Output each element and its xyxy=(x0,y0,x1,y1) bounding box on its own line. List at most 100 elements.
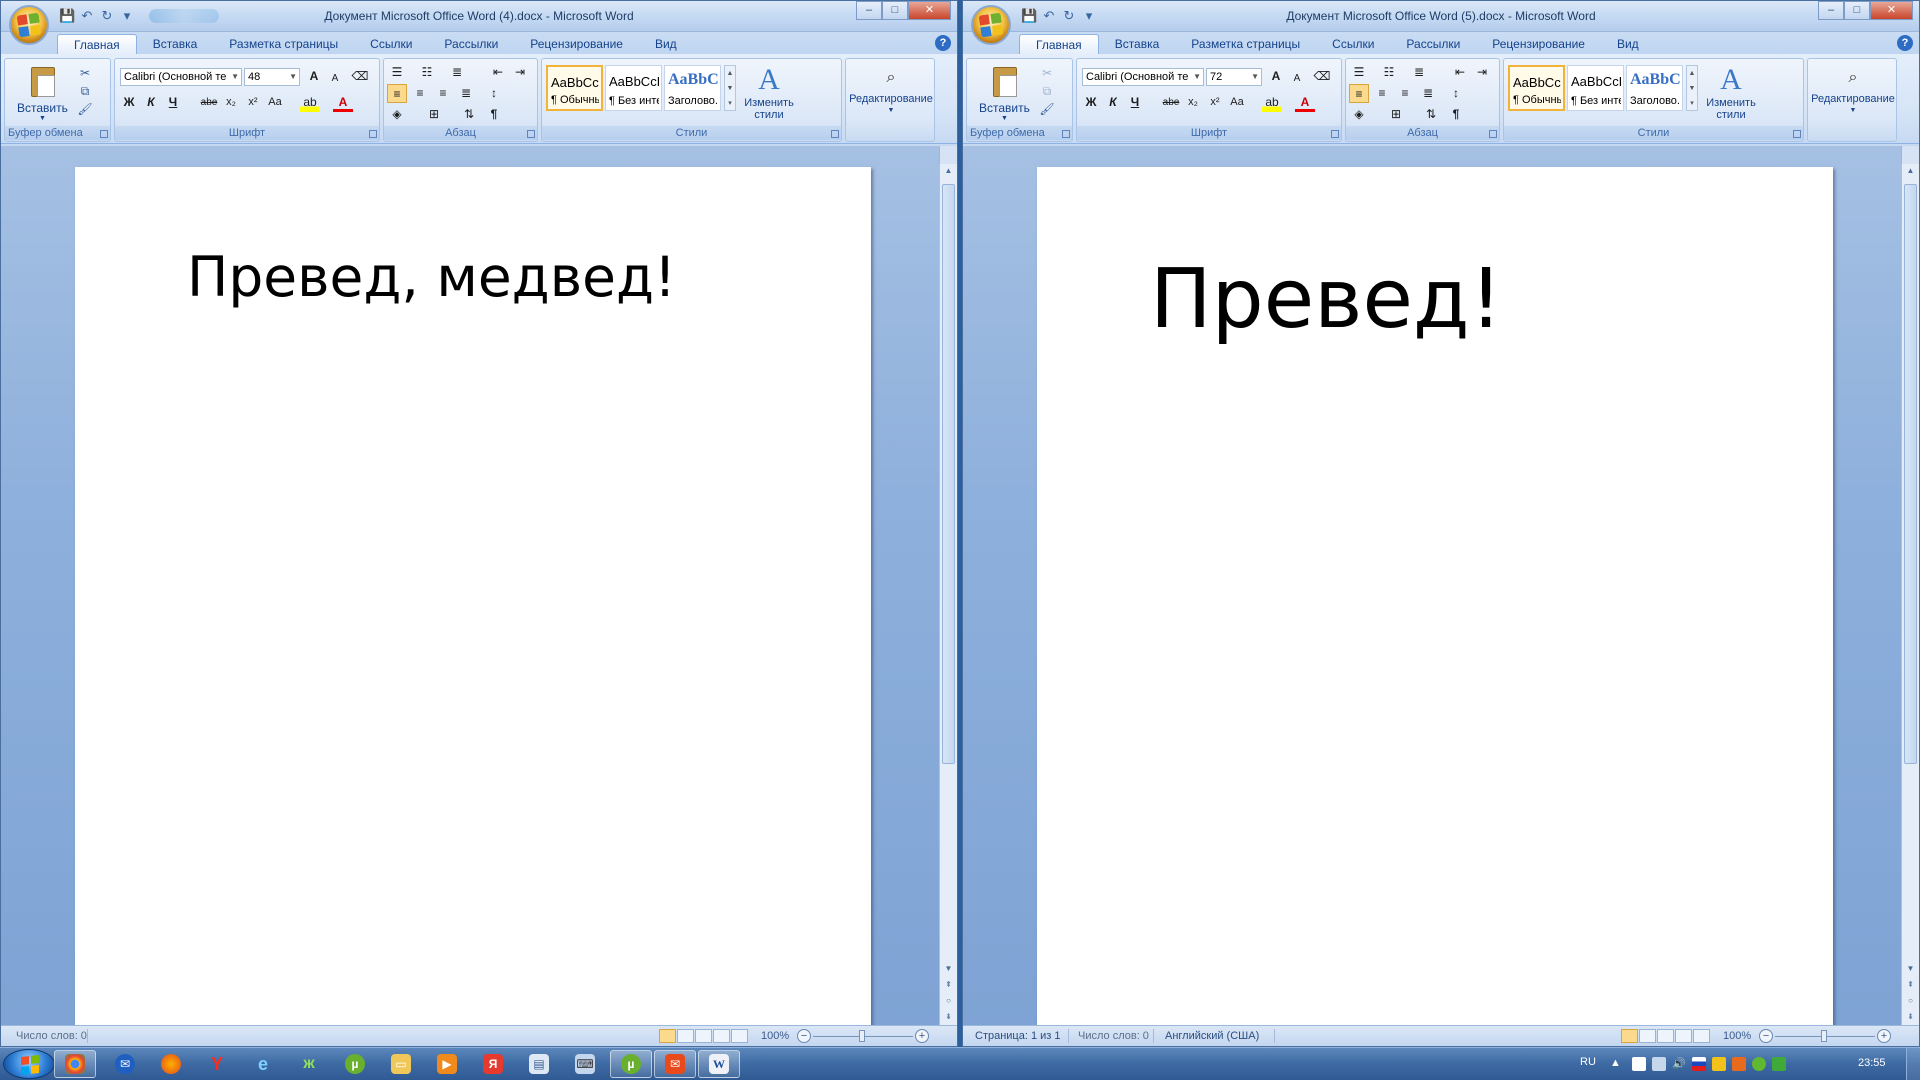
subscript-button[interactable]: x₂ xyxy=(1183,93,1203,112)
word-window-left[interactable]: 💾 ↶ ↻ ▾ Документ Microsoft Office Word (… xyxy=(0,0,958,1047)
paste-button-label[interactable]: Вставить xyxy=(17,101,68,115)
paste-icon[interactable] xyxy=(27,63,59,99)
line-spacing-icon[interactable]: ↕ xyxy=(484,84,504,103)
word-count[interactable]: Число слов: 0 xyxy=(1078,1030,1149,1042)
tab-references[interactable]: Ссылки xyxy=(354,34,428,54)
zoom-in-icon[interactable]: + xyxy=(915,1029,929,1043)
tab-references[interactable]: Ссылки xyxy=(1316,34,1390,54)
align-center-icon[interactable]: ≡ xyxy=(410,84,430,103)
notepad-icon[interactable]: ▤ xyxy=(518,1050,560,1078)
zoom-slider-thumb[interactable] xyxy=(859,1030,865,1042)
prev-page-icon[interactable]: ⇞ xyxy=(1902,980,1919,989)
change-styles-button[interactable]: A Изменить стили xyxy=(739,63,799,121)
copy-icon[interactable]: ⧉ xyxy=(77,83,93,99)
title-bar[interactable]: 💾 ↶ ↻ ▾ Документ Microsoft Office Word (… xyxy=(1,1,957,45)
borders-icon[interactable]: ⊞ xyxy=(424,105,444,124)
scroll-up-icon[interactable]: ▲ xyxy=(940,166,957,175)
zoom-out-icon[interactable]: − xyxy=(797,1029,811,1043)
scroll-up-icon[interactable]: ▲ xyxy=(1902,166,1919,175)
shading-icon[interactable]: ◈ xyxy=(1349,105,1369,124)
yandex-icon[interactable]: Я xyxy=(472,1050,514,1078)
close-button[interactable]: ✕ xyxy=(1870,1,1913,20)
align-right-icon[interactable]: ≡ xyxy=(1395,84,1415,103)
align-left-icon[interactable]: ≡ xyxy=(387,84,407,103)
flag-icon[interactable] xyxy=(1632,1057,1646,1071)
keyboard-icon[interactable]: ⌨ xyxy=(564,1050,606,1078)
document-text[interactable]: Превед, медвед! xyxy=(187,245,676,309)
utorrent-tray-icon[interactable] xyxy=(1752,1057,1766,1071)
clear-format-icon[interactable]: ⌫ xyxy=(1312,67,1332,86)
draft-icon[interactable] xyxy=(731,1029,748,1043)
increase-indent-icon[interactable]: ⇥ xyxy=(1472,63,1492,82)
justify-icon[interactable]: ≣ xyxy=(456,84,476,103)
minimize-button[interactable]: – xyxy=(856,1,882,20)
italic-button[interactable]: К xyxy=(1103,93,1123,112)
explorer-icon[interactable]: ▭ xyxy=(380,1050,422,1078)
media-player-icon[interactable]: ▶ xyxy=(426,1050,468,1078)
document-page[interactable]: Превед, медвед! xyxy=(75,167,871,1027)
shrink-font-button[interactable]: A xyxy=(325,69,345,88)
font-launcher-icon[interactable] xyxy=(1331,130,1339,138)
font-size-combo[interactable]: 48 ▼ xyxy=(244,68,300,86)
scrollbar-thumb[interactable] xyxy=(1904,184,1917,764)
chrome-icon[interactable] xyxy=(54,1050,96,1078)
clipboard-launcher-icon[interactable] xyxy=(1062,130,1070,138)
scrollbar-thumb[interactable] xyxy=(942,184,955,764)
shrink-font-button[interactable]: A xyxy=(1287,69,1307,88)
multilevel-list-icon[interactable]: ≣ xyxy=(447,63,467,82)
strikethrough-button[interactable]: abe xyxy=(199,93,219,112)
show-hidden-icons-icon[interactable]: ▲ xyxy=(1610,1057,1621,1069)
decrease-indent-icon[interactable]: ⇤ xyxy=(1450,63,1470,82)
tab-view[interactable]: Вид xyxy=(639,34,693,54)
next-page-icon[interactable]: ⇟ xyxy=(1902,1012,1919,1021)
editing-button[interactable]: ⌕ Редактирование ▼ xyxy=(1811,63,1895,117)
browse-object-icon[interactable]: ○ xyxy=(1902,996,1919,1005)
maximize-button[interactable]: □ xyxy=(1844,1,1870,20)
prev-page-icon[interactable]: ⇞ xyxy=(940,980,957,989)
firefox-icon[interactable] xyxy=(150,1050,192,1078)
paragraph-launcher-icon[interactable] xyxy=(527,130,535,138)
browse-object-icon[interactable]: ○ xyxy=(940,996,957,1005)
sort-icon[interactable]: ⇅ xyxy=(459,105,479,124)
tab-mailings[interactable]: Рассылки xyxy=(428,34,514,54)
paste-dropdown-icon[interactable]: ▼ xyxy=(1001,115,1008,122)
paste-icon[interactable] xyxy=(989,63,1021,99)
language-indicator[interactable]: RU xyxy=(1580,1056,1596,1068)
tab-insert[interactable]: Вставка xyxy=(137,34,214,54)
draft-icon[interactable] xyxy=(1693,1029,1710,1043)
numbering-icon[interactable]: ☷ xyxy=(417,63,437,82)
styles-launcher-icon[interactable] xyxy=(831,130,839,138)
copy-icon[interactable]: ⧉ xyxy=(1039,83,1055,99)
outline-icon[interactable] xyxy=(713,1029,730,1043)
format-painter-icon[interactable]: 🖌 xyxy=(77,101,93,117)
subscript-button[interactable]: x₂ xyxy=(221,93,241,112)
align-center-icon[interactable]: ≡ xyxy=(1372,84,1392,103)
web-layout-icon[interactable] xyxy=(695,1029,712,1043)
grow-font-button[interactable]: A xyxy=(1266,67,1286,86)
ie-icon[interactable]: e xyxy=(242,1050,284,1078)
scroll-down-icon[interactable]: ▼ xyxy=(1902,964,1919,973)
multilevel-list-icon[interactable]: ≣ xyxy=(1409,63,1429,82)
styles-scroll[interactable]: ▲ ▼ ▾ xyxy=(1686,65,1698,111)
bold-button[interactable]: Ж xyxy=(1081,93,1101,112)
thunderbird-icon[interactable]: ✉ xyxy=(104,1050,146,1078)
help-icon[interactable]: ? xyxy=(1897,35,1913,51)
underline-button[interactable]: Ч xyxy=(1125,93,1145,112)
butterfly-icon[interactable]: ж xyxy=(288,1050,330,1078)
style-no-spacing[interactable]: AaBbCcDc ¶ Без инте... xyxy=(605,65,662,111)
clipboard-launcher-icon[interactable] xyxy=(100,130,108,138)
shading-icon[interactable]: ◈ xyxy=(387,105,407,124)
minimize-button[interactable]: – xyxy=(1818,1,1844,20)
sort-icon[interactable]: ⇅ xyxy=(1421,105,1441,124)
ruler-toggle-icon[interactable] xyxy=(939,146,957,164)
underline-button[interactable]: Ч xyxy=(163,93,183,112)
superscript-button[interactable]: x² xyxy=(243,93,263,112)
cut-icon[interactable]: ✂ xyxy=(77,65,93,81)
antivirus-icon[interactable] xyxy=(1772,1057,1786,1071)
style-normal[interactable]: AaBbCcDc ¶ Обычный xyxy=(1508,65,1565,111)
document-text[interactable]: Превед! xyxy=(1150,252,1503,347)
style-heading[interactable]: AaBbC Заголово... xyxy=(1626,65,1683,111)
zoom-in-icon[interactable]: + xyxy=(1877,1029,1891,1043)
change-case-button[interactable]: Aa xyxy=(265,93,285,112)
font-launcher-icon[interactable] xyxy=(369,130,377,138)
